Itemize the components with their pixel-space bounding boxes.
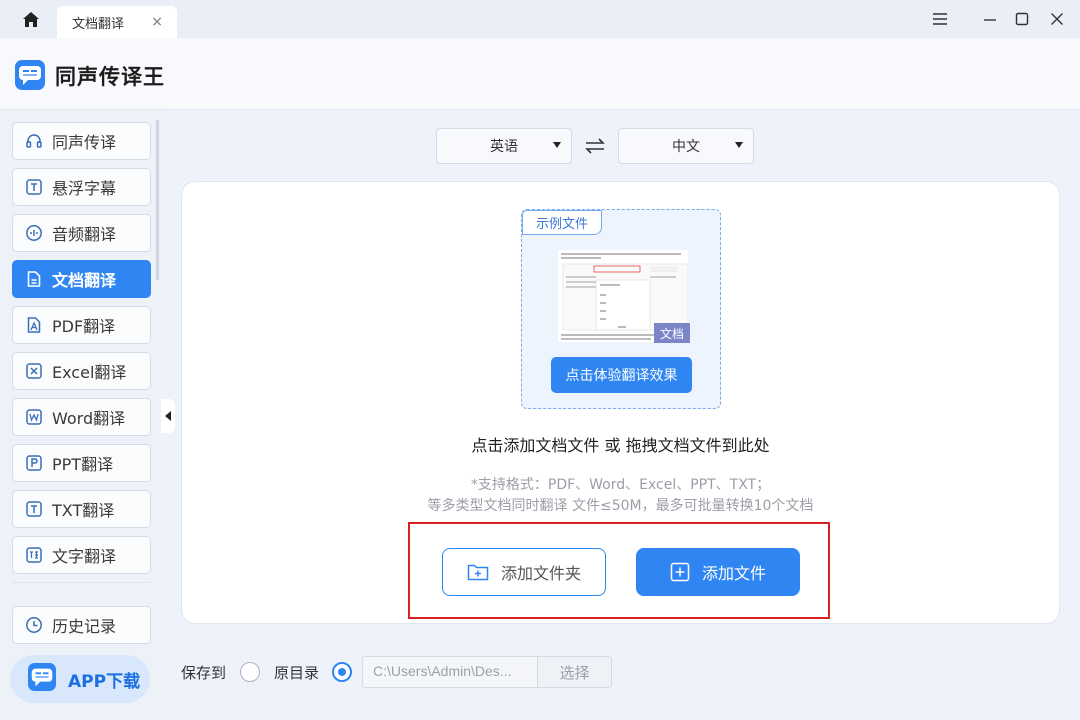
title-bar: 文档翻译 × bbox=[0, 0, 1080, 38]
sidebar-item-label: 文档翻译 bbox=[52, 271, 117, 290]
pdf-icon bbox=[25, 316, 43, 334]
word-icon bbox=[25, 408, 43, 426]
ppt-icon bbox=[25, 454, 43, 472]
clock-icon bbox=[25, 616, 43, 634]
sidebar-item-label: 悬浮字幕 bbox=[52, 179, 117, 198]
sidebar-item-excel-translate[interactable]: Excel翻译 bbox=[12, 352, 151, 390]
sidebar-item-label: PDF翻译 bbox=[52, 317, 116, 336]
file-plus-icon bbox=[670, 562, 690, 582]
target-language-value: 中文 bbox=[672, 139, 700, 155]
sidebar-item-history[interactable]: 历史记录 bbox=[12, 606, 151, 644]
sample-file-card[interactable]: 示例文件 文档 点击体验翻译效果 bbox=[521, 209, 721, 409]
app-download-button[interactable]: APP下载 bbox=[10, 655, 150, 703]
document-badge: 文档 bbox=[654, 323, 690, 343]
maximize-icon[interactable] bbox=[1012, 9, 1032, 29]
excel-icon bbox=[25, 362, 43, 380]
sidebar-divider bbox=[12, 582, 151, 583]
txt-icon bbox=[25, 500, 43, 518]
audio-wave-icon bbox=[25, 224, 43, 242]
sidebar-item-ppt-translate[interactable]: PPT翻译 bbox=[12, 444, 151, 482]
source-language-value: 英语 bbox=[490, 139, 518, 155]
sidebar-item-document-translate[interactable]: 文档翻译 bbox=[12, 260, 151, 298]
sidebar-item-label: 同声传译 bbox=[52, 133, 117, 152]
text-box-icon bbox=[25, 178, 43, 196]
sample-file-tag: 示例文件 bbox=[522, 210, 602, 235]
target-language-select[interactable]: 中文 bbox=[618, 128, 754, 164]
sidebar-item-label: Word翻译 bbox=[52, 409, 126, 428]
sidebar-item-label: Excel翻译 bbox=[52, 363, 127, 382]
choose-path-button[interactable]: 选择 bbox=[537, 656, 612, 688]
home-icon[interactable] bbox=[18, 8, 44, 30]
sidebar-scrollbar[interactable] bbox=[156, 120, 159, 280]
original-dir-label: 原目录 bbox=[274, 664, 320, 682]
sidebar-item-word-translate[interactable]: Word翻译 bbox=[12, 398, 151, 436]
source-language-select[interactable]: 英语 bbox=[436, 128, 572, 164]
sidebar-item-simultaneous[interactable]: 同声传译 bbox=[12, 122, 151, 160]
app-logo-icon bbox=[28, 663, 56, 695]
sidebar-item-label: 文字翻译 bbox=[52, 547, 117, 566]
sidebar-item-label: 音频翻译 bbox=[52, 225, 117, 244]
add-file-button[interactable]: 添加文件 bbox=[636, 548, 800, 596]
sidebar-item-label: PPT翻译 bbox=[52, 455, 114, 474]
sidebar-item-pdf-translate[interactable]: PDF翻译 bbox=[12, 306, 151, 344]
app-header: 同声传译王 bbox=[0, 38, 1080, 110]
app-download-label: APP下载 bbox=[68, 671, 141, 692]
try-translation-button[interactable]: 点击体验翻译效果 bbox=[551, 357, 692, 393]
app-logo-icon bbox=[15, 60, 45, 90]
sidebar-item-label: 历史记录 bbox=[52, 617, 117, 636]
supported-formats-text: *支持格式：PDF、Word、Excel、PPT、TXT； bbox=[470, 477, 771, 493]
add-folder-button[interactable]: 添加文件夹 bbox=[442, 548, 606, 596]
swap-languages-icon[interactable] bbox=[584, 136, 606, 156]
menu-icon[interactable] bbox=[930, 9, 950, 29]
caret-down-icon bbox=[735, 142, 743, 148]
save-path-field[interactable]: C:\Users\Admin\Des... bbox=[362, 656, 538, 688]
collapse-sidebar-button[interactable] bbox=[161, 399, 175, 433]
folder-plus-icon bbox=[467, 564, 489, 581]
document-icon bbox=[25, 270, 43, 288]
add-file-label: 添加文件 bbox=[701, 564, 766, 583]
add-folder-label: 添加文件夹 bbox=[500, 564, 581, 583]
sidebar-item-floating-subtitles[interactable]: 悬浮字幕 bbox=[12, 168, 151, 206]
tab-document-translate[interactable]: 文档翻译 × bbox=[57, 6, 177, 38]
save-original-radio[interactable] bbox=[332, 662, 352, 682]
minimize-icon[interactable] bbox=[980, 9, 1000, 29]
save-custom-radio[interactable] bbox=[240, 662, 260, 682]
app-title: 同声传译王 bbox=[55, 65, 165, 89]
headphones-icon bbox=[25, 132, 43, 150]
save-to-label: 保存到 bbox=[181, 664, 227, 682]
tab-close-icon[interactable]: × bbox=[151, 14, 163, 30]
sidebar-item-audio-translate[interactable]: 音频翻译 bbox=[12, 214, 151, 252]
sidebar-item-text-translate[interactable]: 文字翻译 bbox=[12, 536, 151, 574]
sidebar-item-label: TXT翻译 bbox=[52, 501, 115, 520]
tab-label: 文档翻译 bbox=[72, 16, 125, 32]
close-icon[interactable] bbox=[1047, 9, 1067, 29]
file-limit-text: 等多类型文档同时翻译 文件≤50M，最多可批量转换10个文档 bbox=[427, 498, 814, 514]
drop-hint-text: 点击添加文档文件 或 拖拽文档文件到此处 bbox=[471, 436, 770, 455]
translate-char-icon bbox=[25, 546, 43, 564]
caret-down-icon bbox=[553, 142, 561, 148]
caret-left-icon bbox=[165, 411, 171, 421]
sidebar-item-txt-translate[interactable]: TXT翻译 bbox=[12, 490, 151, 528]
